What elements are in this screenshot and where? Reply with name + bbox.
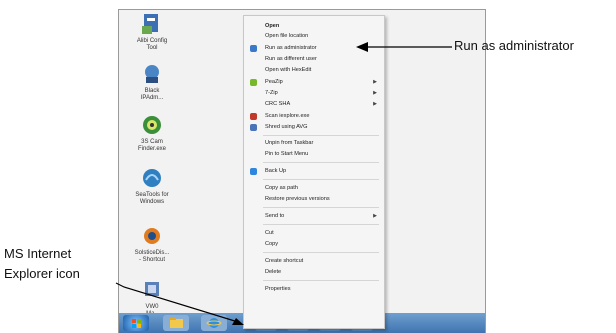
arrowhead-icon	[356, 42, 368, 52]
callout-run-as-administrator: Run as administrator	[454, 38, 574, 53]
callout-arrow-ie-icon	[115, 282, 239, 323]
callout-ms-internet: MS Internet	[4, 246, 72, 261]
arrowhead-icon	[232, 318, 244, 325]
callout-explorer-icon: Explorer icon	[4, 266, 80, 281]
